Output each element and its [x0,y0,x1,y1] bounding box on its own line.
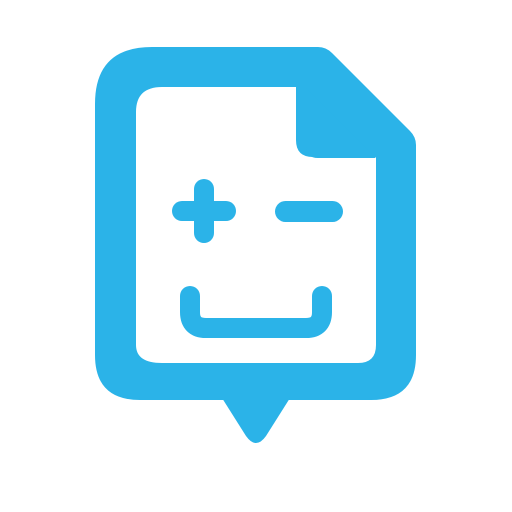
app-icon-canvas [0,0,512,512]
speech-bubble-tail [222,398,290,443]
document-smiley-chat-icon [95,47,416,443]
minus-sign [275,201,343,222]
